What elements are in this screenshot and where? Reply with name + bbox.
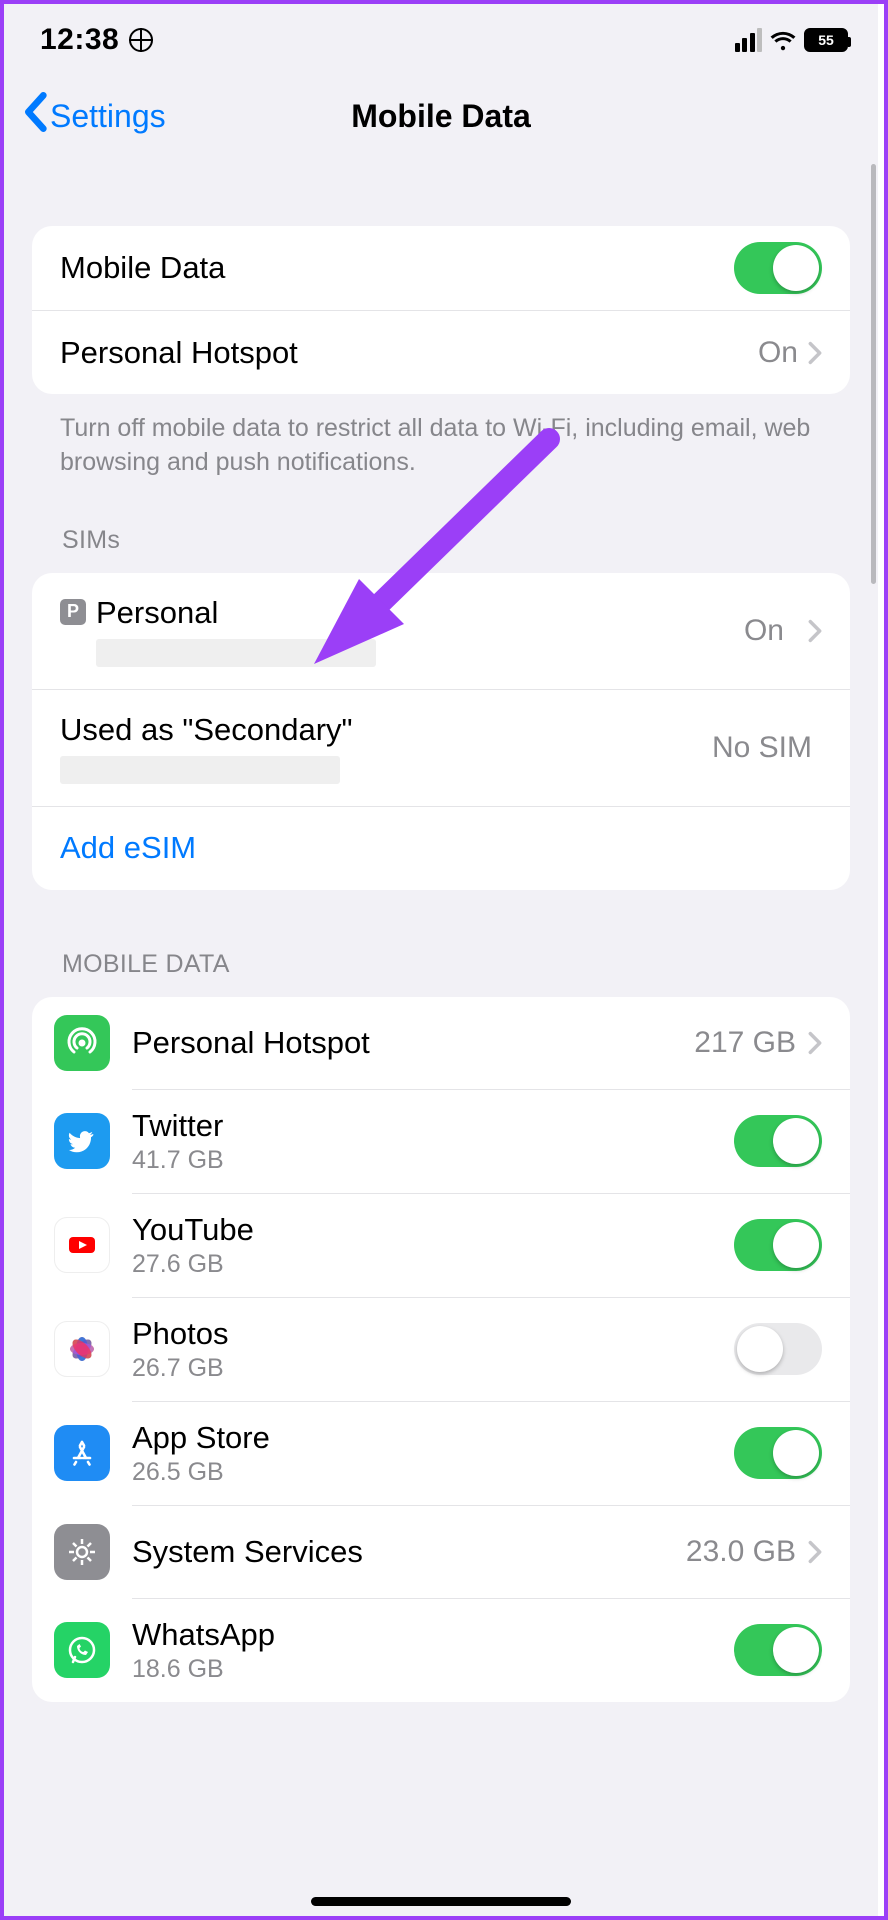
sim-secondary-row[interactable]: Used as "Secondary" No SIM — [32, 689, 850, 806]
app-toggle[interactable] — [734, 1115, 822, 1167]
app-usage: 18.6 GB — [132, 1655, 712, 1684]
app-row-twitter: Twitter41.7 GB — [32, 1090, 850, 1193]
add-esim-row[interactable]: Add eSIM — [32, 806, 850, 890]
sim-personal-row[interactable]: P Personal On — [32, 573, 850, 689]
chevron-right-icon — [808, 619, 822, 643]
system-icon — [54, 1524, 110, 1580]
app-usage: 27.6 GB — [132, 1250, 712, 1279]
scrollbar[interactable] — [871, 164, 876, 584]
personal-hotspot-row[interactable]: Personal Hotspot On — [32, 310, 850, 394]
app-name: WhatsApp — [132, 1617, 712, 1653]
app-value: 217 GB — [694, 1026, 796, 1060]
mobile-data-section-header: MOBILE DATA — [32, 890, 850, 989]
app-row-photos: Photos26.7 GB — [32, 1298, 850, 1401]
battery-icon: 55 — [804, 28, 848, 52]
globe-icon — [129, 28, 153, 52]
chevron-left-icon — [22, 92, 48, 140]
app-data-usage-group: Personal Hotspot217 GBTwitter41.7 GBYouT… — [32, 997, 850, 1702]
app-row-hotspot[interactable]: Personal Hotspot 217 GB — [32, 997, 850, 1089]
sim-personal-redacted — [96, 639, 376, 667]
app-name: Photos — [132, 1316, 712, 1352]
app-value: 23.0 GB — [686, 1535, 796, 1569]
whatsapp-icon — [54, 1622, 110, 1678]
app-toggle[interactable] — [734, 1624, 822, 1676]
mobile-data-group: Mobile Data Personal Hotspot On — [32, 226, 850, 394]
app-row-system[interactable]: System Services 23.0 GB — [32, 1506, 850, 1598]
app-name: YouTube — [132, 1212, 712, 1248]
sim-personal-label: Personal — [96, 595, 744, 631]
sims-group: P Personal On Used as "Secondary" — [32, 573, 850, 890]
sims-header: SIMs — [32, 480, 850, 565]
app-row-youtube: YouTube27.6 GB — [32, 1194, 850, 1297]
personal-hotspot-value: On — [758, 336, 798, 370]
home-indicator[interactable] — [311, 1897, 571, 1906]
app-name: Personal Hotspot — [132, 1025, 672, 1061]
app-usage: 26.7 GB — [132, 1354, 712, 1383]
sim-badge-icon: P — [60, 599, 86, 625]
chevron-right-icon — [808, 341, 822, 365]
app-name: Twitter — [132, 1108, 712, 1144]
cellular-signal-icon — [735, 28, 763, 52]
twitter-icon — [54, 1113, 110, 1169]
chevron-right-icon — [808, 1540, 822, 1564]
mobile-data-row: Mobile Data — [32, 226, 850, 310]
hotspot-icon — [54, 1015, 110, 1071]
youtube-icon — [54, 1217, 110, 1273]
status-bar: 12:38 55 — [4, 4, 878, 76]
app-name: System Services — [132, 1534, 664, 1570]
wifi-icon — [770, 30, 796, 50]
personal-hotspot-label: Personal Hotspot — [60, 335, 758, 371]
back-label: Settings — [50, 98, 166, 135]
app-usage: 41.7 GB — [132, 1146, 712, 1175]
chevron-right-icon — [808, 1031, 822, 1055]
app-toggle[interactable] — [734, 1219, 822, 1271]
app-toggle[interactable] — [734, 1427, 822, 1479]
app-name: App Store — [132, 1420, 712, 1456]
mobile-data-footer: Turn off mobile data to restrict all dat… — [32, 394, 850, 480]
mobile-data-label: Mobile Data — [60, 250, 734, 286]
app-row-whatsapp: WhatsApp18.6 GB — [32, 1599, 850, 1702]
nav-bar: Settings Mobile Data — [4, 76, 878, 156]
status-time: 12:38 — [40, 23, 119, 57]
app-usage: 26.5 GB — [132, 1458, 712, 1487]
back-button[interactable]: Settings — [22, 92, 166, 140]
sim-secondary-label: Used as "Secondary" — [60, 712, 712, 748]
sim-secondary-redacted — [60, 756, 340, 784]
photos-icon — [54, 1321, 110, 1377]
appstore-icon — [54, 1425, 110, 1481]
sim-personal-value: On — [744, 614, 784, 648]
sim-secondary-value: No SIM — [712, 731, 812, 765]
mobile-data-toggle[interactable] — [734, 242, 822, 294]
app-toggle[interactable] — [734, 1323, 822, 1375]
add-esim-label: Add eSIM — [60, 830, 196, 866]
app-row-appstore: App Store26.5 GB — [32, 1402, 850, 1505]
